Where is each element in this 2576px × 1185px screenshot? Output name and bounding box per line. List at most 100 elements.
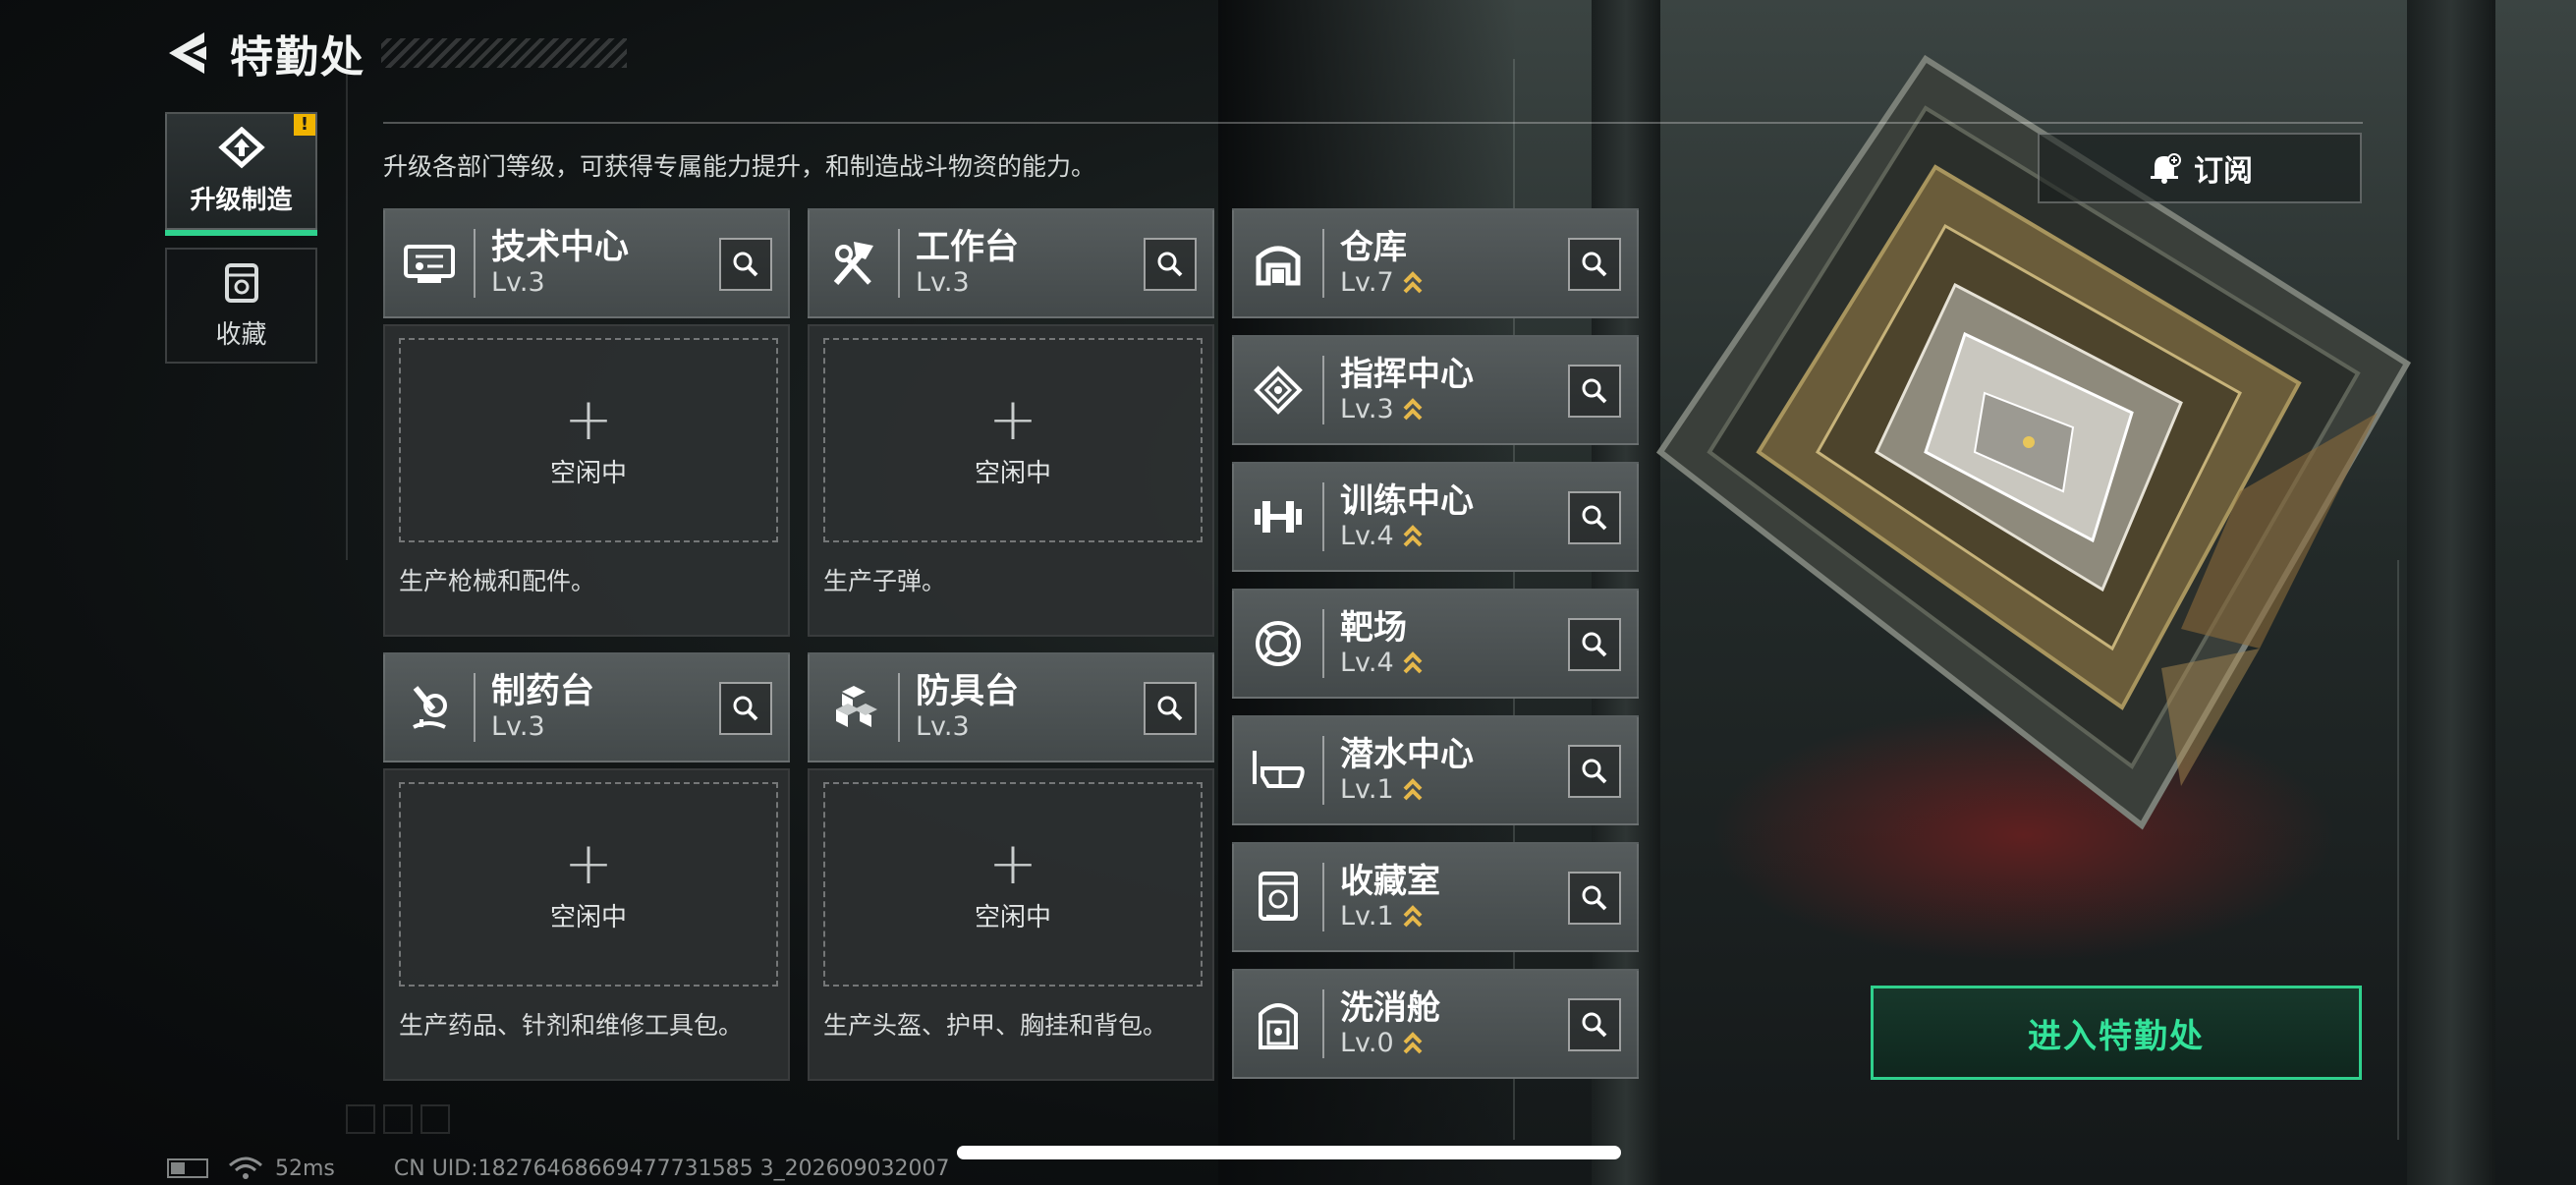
warehouse-icon (1256, 246, 1301, 286)
search-icon (1582, 759, 1607, 784)
workbench-icon (833, 242, 873, 285)
slot-status: 空闲中 (974, 458, 1051, 488)
upgrade-chevron-icon (1403, 651, 1423, 674)
details-button[interactable] (1568, 998, 1621, 1051)
diving-center-icon (1253, 751, 1305, 788)
details-button[interactable] (1568, 238, 1621, 291)
collection-icon (224, 262, 258, 303)
search-icon (1582, 505, 1607, 531)
production-slot[interactable]: + 空闲中 (823, 782, 1203, 987)
details-button[interactable] (1568, 745, 1621, 798)
training-center-icon (1255, 501, 1302, 533)
facility-name: 仓库 (1340, 228, 1407, 267)
workstation-name: 工作台 (916, 228, 1020, 267)
add-icon: + (563, 828, 614, 898)
details-button[interactable] (1568, 618, 1621, 671)
workstation-description: 生产子弹。 (823, 567, 947, 595)
home-indicator[interactable] (957, 1146, 1621, 1159)
tech-center-icon (404, 245, 455, 283)
subscribe-label: 订阅 (2194, 154, 2253, 189)
sidebar-tab-label: 升级制造 (190, 185, 293, 215)
ping-text: 52ms (275, 1156, 335, 1181)
back-arrow-icon (169, 32, 206, 74)
sidebar-tab-upgrade[interactable]: ! 升级制造 (165, 112, 317, 236)
slot-status: 空闲中 (549, 458, 627, 488)
production-slot[interactable]: + 空闲中 (399, 338, 778, 542)
workstation-body: + 空闲中 生产枪械和配件。 (383, 324, 790, 637)
facility-item-collection-room[interactable]: 收藏室 Lv.1 (1232, 842, 1639, 952)
subscribe-button[interactable]: 订阅 (2038, 133, 2362, 203)
status-bar: 52ms CN UID:18276468669477731585 3_20260… (167, 1156, 950, 1181)
production-slot[interactable]: + 空闲中 (823, 338, 1203, 542)
search-icon (1582, 1012, 1607, 1038)
add-icon: + (987, 384, 1038, 454)
decontamination-icon (1259, 1003, 1298, 1049)
enter-special-ops-button[interactable]: 进入特勤处 (1871, 986, 2362, 1080)
workstation-header[interactable]: 防具台 Lv.3 (808, 652, 1214, 762)
search-icon (1157, 252, 1183, 277)
facility-item-warehouse[interactable]: 仓库 Lv.7 (1232, 208, 1639, 318)
workstation-level: Lv.3 (491, 711, 545, 742)
back-button[interactable] (165, 28, 210, 78)
search-icon (1582, 632, 1607, 657)
active-tab-indicator (165, 230, 317, 236)
details-button[interactable] (1568, 872, 1621, 925)
upgrade-icon (217, 126, 265, 168)
wifi-icon (229, 1157, 262, 1179)
sidebar-tab-label: 收藏 (215, 319, 267, 350)
facility-level: Lv.0 (1340, 1028, 1394, 1058)
facility-item-command-center[interactable]: 指挥中心 Lv.3 (1232, 335, 1639, 445)
uid-text: CN UID:18276468669477731585 3_2026090320… (393, 1156, 950, 1181)
facility-item-shooting-range[interactable]: 靶场 Lv.4 (1232, 589, 1639, 699)
details-button[interactable] (719, 682, 772, 735)
upgrade-chevron-icon (1403, 905, 1423, 928)
workstation-header[interactable]: 制药台 Lv.3 (383, 652, 790, 762)
search-icon (1582, 378, 1607, 404)
pharmacy-icon (413, 686, 447, 729)
upgrade-chevron-icon (1403, 525, 1423, 547)
title-decoration (381, 38, 627, 68)
sidebar-tab-collection[interactable]: 收藏 (165, 248, 317, 364)
details-button[interactable] (1144, 682, 1197, 735)
workstation-description: 生产枪械和配件。 (399, 567, 596, 595)
enter-button-label: 进入特勤处 (2028, 1016, 2205, 1056)
command-center-icon (1254, 366, 1303, 415)
facility-name: 收藏室 (1340, 862, 1440, 901)
details-button[interactable] (719, 238, 772, 291)
workstation-level: Lv.3 (916, 267, 970, 298)
facility-item-diving-center[interactable]: 潜水中心 Lv.1 (1232, 715, 1639, 825)
search-icon (1157, 696, 1183, 721)
facility-level: Lv.4 (1340, 648, 1394, 678)
workstation-level: Lv.3 (916, 711, 970, 742)
workstation-header[interactable]: 技术中心 Lv.3 (383, 208, 790, 318)
slot-status: 空闲中 (549, 902, 627, 932)
facility-name: 洗消舱 (1340, 988, 1440, 1028)
details-button[interactable] (1568, 365, 1621, 418)
facility-name: 靶场 (1340, 608, 1407, 648)
search-icon (733, 252, 758, 277)
facility-item-training-center[interactable]: 训练中心 Lv.4 (1232, 462, 1639, 572)
details-button[interactable] (1144, 238, 1197, 291)
facility-item-decontamination[interactable]: 洗消舱 Lv.0 (1232, 969, 1639, 1079)
footer-decoration (346, 1104, 450, 1134)
production-slot[interactable]: + 空闲中 (399, 782, 778, 987)
upgrade-chevron-icon (1403, 1032, 1423, 1054)
add-icon: + (987, 828, 1038, 898)
workstation-name: 防具台 (916, 672, 1020, 711)
upgrade-chevron-icon (1403, 778, 1423, 801)
bell-icon (2151, 153, 2181, 184)
sidebar-divider (346, 69, 348, 560)
collection-room-icon (1259, 872, 1298, 921)
search-icon (1582, 252, 1607, 277)
page-header: 特勤处 (165, 26, 627, 83)
workstation-card-tech-center: 技术中心 Lv.3 + 空闲中 生产枪械和配件。 (383, 208, 790, 637)
workstation-body: + 空闲中 生产子弹。 (808, 324, 1214, 637)
workstation-body: + 空闲中 生产头盔、护甲、胸挂和背包。 (808, 768, 1214, 1081)
facility-level: Lv.7 (1340, 267, 1394, 298)
details-button[interactable] (1568, 491, 1621, 544)
battery-icon (167, 1158, 208, 1178)
workstation-header[interactable]: 工作台 Lv.3 (808, 208, 1214, 318)
search-icon (1582, 885, 1607, 911)
workstation-level: Lv.3 (491, 267, 545, 298)
search-icon (733, 696, 758, 721)
